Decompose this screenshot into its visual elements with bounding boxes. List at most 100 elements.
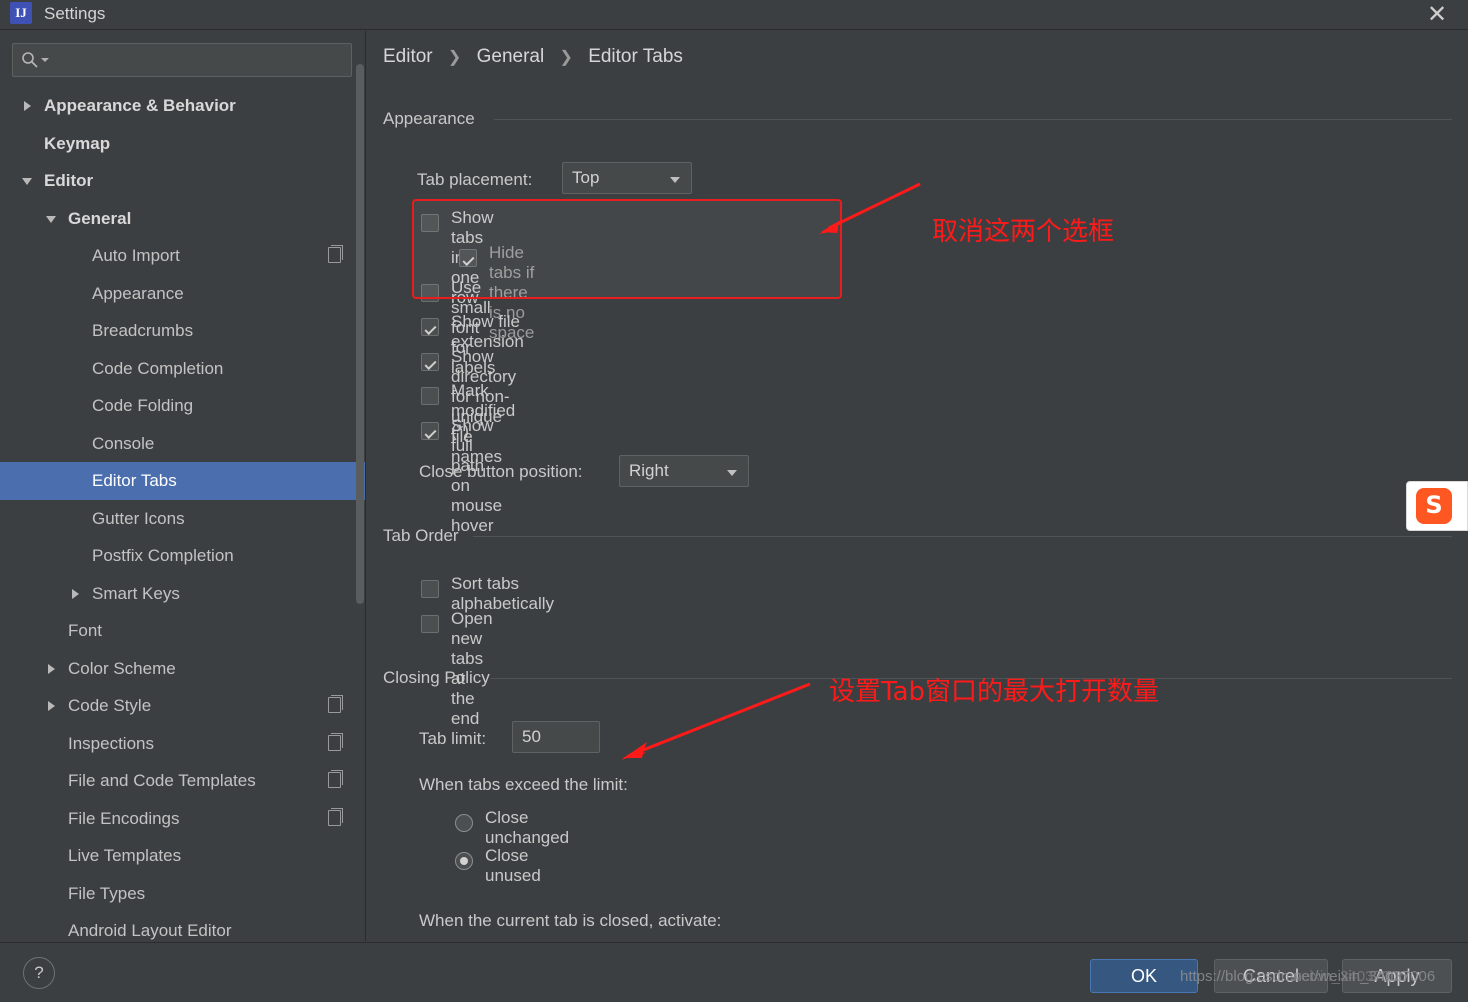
intellij-idea-icon: IJ [10,2,32,24]
sidebar-item-label: Color Scheme [68,658,176,678]
tab-placement-value: Top [572,168,600,187]
tab-placement-select[interactable]: Top [562,162,692,194]
chevron-down-icon [670,177,680,183]
sidebar-item-color-scheme[interactable]: Color Scheme [0,650,365,688]
title-bar: IJ Settings ✕ [0,0,1468,30]
chevron-down-icon[interactable] [22,178,32,185]
sidebar-item-label: Auto Import [92,246,180,265]
chevron-down-icon[interactable] [41,58,49,62]
sidebar-item-smart-keys[interactable]: Smart Keys [0,575,365,613]
sidebar-item-label: Editor Tabs [92,471,177,490]
copy-settings-icon[interactable] [328,732,343,751]
sidebar-item-label: Inspections [68,733,154,753]
checkbox-box[interactable] [421,422,439,440]
sidebar-item-label: Console [92,433,155,453]
chevron-right-icon[interactable] [48,701,55,711]
breadcrumb-item-editor[interactable]: Editor [383,46,433,67]
sidebar-item-label: Keymap [44,133,111,153]
sidebar-item-label: File and Code Templates [68,771,256,790]
radio-button[interactable] [455,814,473,832]
sidebar-item-label: File Encodings [68,808,180,828]
sogou-input-floating-icon[interactable]: S [1406,481,1468,531]
copy-settings-icon[interactable] [328,695,343,713]
breadcrumb-separator-icon: ❯ [559,49,573,66]
sidebar-item-code-folding[interactable]: Code Folding [0,387,365,425]
checkbox-label: Sort tabs alphabetically [451,574,555,613]
checkbox-box[interactable] [421,284,439,302]
tab-placement-label: Tab placement: [417,170,533,189]
help-button[interactable]: ? [23,957,55,989]
sidebar-item-label: Code Style [68,696,152,715]
sidebar-item-appearance-behavior[interactable]: Appearance & Behavior [0,87,365,125]
sidebar-item-font[interactable]: Font [0,612,365,650]
checkbox-box[interactable] [421,387,439,405]
sidebar-item-label: Code Folding [92,396,194,415]
sidebar-item-file-and-code-templates[interactable]: File and Code Templates [0,762,365,800]
sidebar-item-inspections[interactable]: Inspections [0,725,365,763]
settings-content: Editor ❯ General ❯ Editor Tabs Appearanc… [367,31,1468,941]
sidebar-item-label: General [68,208,132,228]
breadcrumb-item-editor-tabs[interactable]: Editor Tabs [588,46,683,67]
annotation-text-2: 设置Tab窗口的最大打开数量 [829,677,1160,707]
sidebar-item-label: Appearance & Behavior [44,96,236,115]
checkbox-box[interactable] [421,580,439,598]
copy-settings-icon[interactable] [328,807,343,826]
checkbox-box[interactable] [459,249,477,267]
search-box[interactable] [12,43,352,77]
sidebar-item-postfix-completion[interactable]: Postfix Completion [0,537,365,575]
close-button-position-value: Right [629,461,669,480]
sidebar-scrollbar[interactable] [356,64,364,604]
checkbox-box[interactable] [421,318,439,336]
sidebar-item-label: Android Layout Editor [68,921,232,940]
copy-settings-icon[interactable] [328,770,343,788]
sidebar-item-label: File Types [68,883,146,903]
chevron-right-icon[interactable] [48,663,55,674]
checkbox-box[interactable] [421,615,439,633]
tab-limit-value: 50 [522,727,541,746]
sidebar-item-android-layout-editor[interactable]: Android Layout Editor [0,912,365,941]
radio-label: Close unused [485,846,541,885]
chevron-down-icon[interactable] [46,215,56,223]
group-divider [473,536,1452,537]
chevron-right-icon[interactable] [24,101,31,111]
sidebar-item-code-completion[interactable]: Code Completion [0,350,365,388]
search-input[interactable] [53,44,345,76]
group-label-tab-order: Tab Order [383,526,459,545]
sidebar-item-live-templates[interactable]: Live Templates [0,837,365,875]
sidebar-item-label: Appearance [92,283,184,303]
window-title: Settings [44,4,106,23]
sidebar-item-appearance[interactable]: Appearance [0,275,365,313]
when-current-tab-closed-label: When the current tab is closed, activate… [419,911,722,930]
tab-limit-input[interactable]: 50 [512,721,600,753]
sidebar-item-code-style[interactable]: Code Style [0,687,365,725]
sidebar-item-editor-tabs[interactable]: Editor Tabs [0,462,365,500]
close-button-position-label: Close button position: [419,462,583,481]
chevron-down-icon [727,470,737,476]
search-icon [22,52,38,68]
annotation-arrow-1 [819,182,921,234]
annotation-text-1: 取消这两个选框 [932,217,1115,247]
settings-tree: Appearance & Behavior Keymap Editor General… [0,87,365,941]
radio-label: Close unchanged [485,808,570,847]
sidebar-item-keymap[interactable]: Keymap [0,125,365,163]
close-icon[interactable]: ✕ [1420,0,1454,30]
sidebar-item-file-types[interactable]: File Types [0,875,365,913]
sidebar-item-general[interactable]: General [0,200,365,238]
sidebar-item-file-encodings[interactable]: File Encodings [0,800,365,838]
checkbox-box[interactable] [421,353,439,371]
group-label-closing-policy: Closing Policy [383,668,490,687]
checkbox-box[interactable] [421,214,439,232]
close-button-position-select[interactable]: Right [619,455,749,487]
radio-button[interactable] [455,852,473,870]
sidebar-item-console[interactable]: Console [0,425,365,463]
sidebar-item-gutter-icons[interactable]: Gutter Icons [0,500,365,538]
group-divider [494,119,1452,120]
sidebar-item-auto-import[interactable]: Auto Import [0,237,365,275]
breadcrumb-item-general[interactable]: General [477,46,545,67]
chevron-right-icon[interactable] [72,588,79,599]
sidebar-item-editor[interactable]: Editor [0,162,365,200]
copy-settings-icon[interactable] [328,245,343,263]
sidebar-item-label: Breadcrumbs [92,321,194,340]
sogou-badge-icon: S [1416,488,1452,524]
sidebar-item-breadcrumbs[interactable]: Breadcrumbs [0,312,365,350]
